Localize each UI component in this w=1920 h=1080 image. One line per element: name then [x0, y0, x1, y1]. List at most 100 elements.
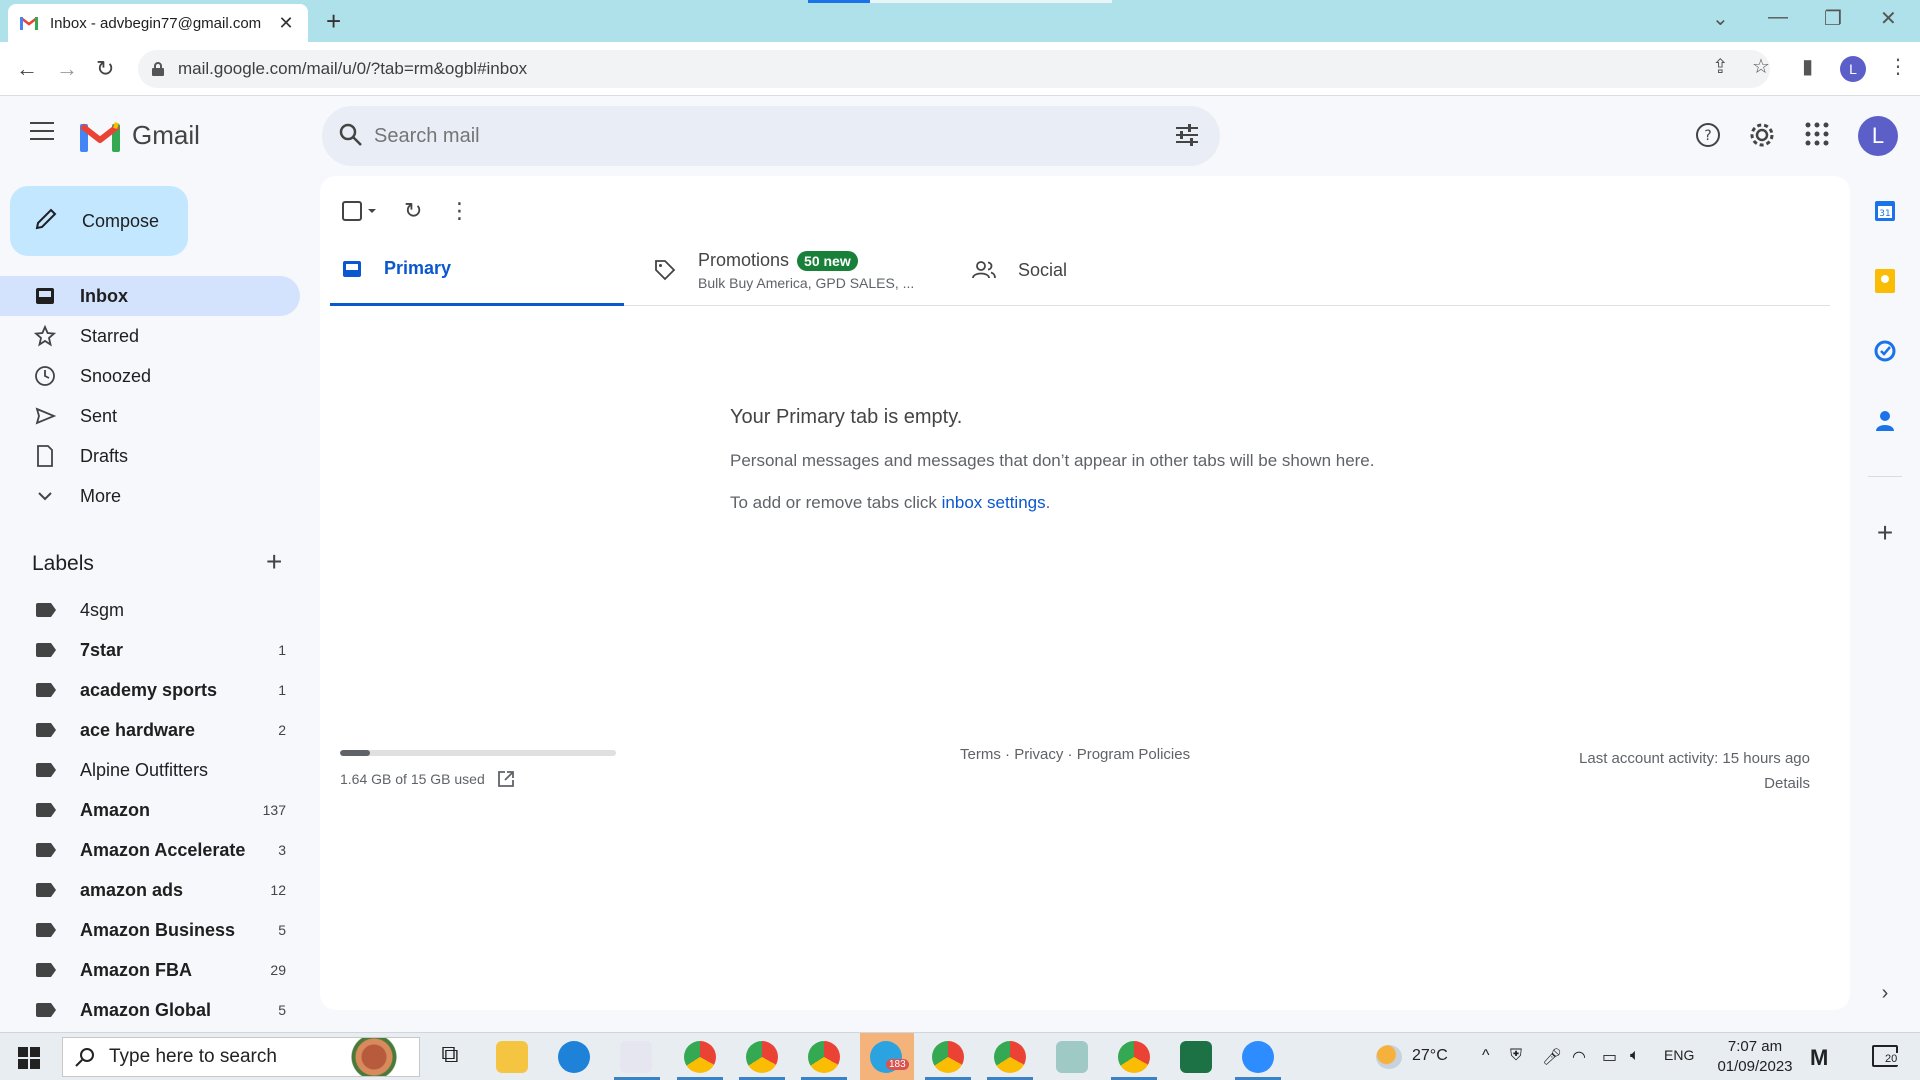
close-window-icon[interactable]: ✕	[1880, 6, 1897, 31]
tab-primary[interactable]: Primary	[330, 234, 624, 306]
excel-icon[interactable]	[1180, 1041, 1212, 1073]
terms-link[interactable]: Terms	[960, 746, 1001, 763]
contacts-icon[interactable]	[1872, 408, 1898, 434]
sidebar-item-sent[interactable]: Sent	[0, 396, 300, 436]
chrome-icon[interactable]	[746, 1041, 778, 1073]
show-hidden-icons-icon[interactable]: ^	[1482, 1047, 1490, 1065]
reload-icon[interactable]: ↻	[96, 56, 114, 82]
help-icon[interactable]: ?	[1694, 121, 1722, 154]
label-item[interactable]: Amazon Business 5	[0, 910, 300, 950]
notifications-icon[interactable]: 20	[1872, 1045, 1899, 1067]
label-item[interactable]: Amazon 137	[0, 790, 300, 830]
program-policies-link[interactable]: Program Policies	[1077, 746, 1190, 763]
gmail-logo-icon[interactable]	[80, 122, 120, 152]
label-item[interactable]: Amazon Global 5	[0, 990, 300, 1030]
label-item[interactable]: amazon ads 12	[0, 870, 300, 910]
more-options-icon[interactable]: ⋮	[448, 198, 470, 224]
widget-logo-icon[interactable]: M	[1810, 1045, 1828, 1071]
share-icon[interactable]: ⇪	[1712, 54, 1729, 79]
sidebar-item-drafts[interactable]: Drafts	[0, 436, 300, 476]
add-addon-icon[interactable]: +	[1872, 517, 1898, 548]
zoom-icon[interactable]	[1242, 1041, 1274, 1073]
privacy-link[interactable]: Privacy	[1014, 746, 1063, 763]
language-indicator[interactable]: ENG	[1664, 1047, 1694, 1063]
settings-gear-icon[interactable]	[1748, 121, 1776, 154]
label-item[interactable]: 7star 1	[0, 630, 300, 670]
details-link[interactable]: Details	[1579, 771, 1810, 796]
tab-search-icon[interactable]: ⌄	[1712, 6, 1729, 31]
weather-temp[interactable]: 27°C	[1412, 1047, 1448, 1065]
google-apps-icon[interactable]	[1804, 121, 1830, 152]
browser-tab-inbox[interactable]: Inbox - advbegin77@gmail.com ✕	[8, 4, 308, 42]
tab-promotions[interactable]: Promotions 50 new Bulk Buy America, GPD S…	[654, 234, 948, 306]
telegram-app[interactable]: 183	[860, 1033, 914, 1080]
security-icon[interactable]: ⛨	[1510, 1047, 1522, 1065]
add-label-icon[interactable]: +	[266, 546, 282, 578]
calendar-icon[interactable]: 31	[1872, 198, 1898, 224]
sidebar-item-starred[interactable]: Starred	[0, 316, 300, 356]
taskbar-search[interactable]: Type here to search	[62, 1037, 420, 1077]
label-item[interactable]: Alpine Outfitters	[0, 750, 300, 790]
svg-text:31: 31	[1879, 209, 1890, 219]
label-count: 12	[270, 882, 286, 898]
wifi-icon[interactable]: ◠	[1572, 1047, 1586, 1067]
search-options-icon[interactable]	[1174, 122, 1200, 153]
main-menu-icon[interactable]	[30, 122, 54, 140]
file-explorer-icon[interactable]	[496, 1041, 528, 1073]
label-tag-icon	[36, 843, 56, 857]
tasks-icon[interactable]	[1872, 338, 1898, 364]
keep-icon[interactable]	[1872, 268, 1898, 294]
taskbar-clock[interactable]: 7:07 am 01/09/2023	[1700, 1037, 1810, 1077]
chrome-icon[interactable]	[994, 1041, 1026, 1073]
label-count: 1	[278, 642, 286, 658]
task-view-icon[interactable]: ⧉	[434, 1041, 466, 1073]
close-tab-icon[interactable]: ✕	[276, 13, 296, 34]
label-item[interactable]: ace hardware 2	[0, 710, 300, 750]
label-tag-icon	[36, 963, 56, 977]
forward-icon[interactable]: →	[56, 56, 78, 82]
sidebar-item-snoozed[interactable]: Snoozed	[0, 356, 300, 396]
edge-browser-icon[interactable]	[558, 1041, 590, 1073]
label-item[interactable]: academy sports 1	[0, 670, 300, 710]
chevron-right-icon[interactable]: ›	[1872, 980, 1898, 1006]
refresh-icon[interactable]: ↻	[404, 198, 422, 224]
open-external-icon[interactable]	[497, 770, 515, 788]
tab-social[interactable]: Social	[972, 234, 1266, 306]
svg-text:?: ?	[1704, 128, 1711, 144]
new-tab-icon[interactable]: +	[326, 6, 341, 37]
back-icon[interactable]: ←	[16, 56, 38, 82]
browser-menu-icon[interactable]: ⋮	[1888, 54, 1908, 79]
label-item[interactable]: 4sgm	[0, 590, 300, 630]
gmail-logo-text[interactable]: Gmail	[132, 120, 200, 151]
windows-start-icon[interactable]	[18, 1047, 40, 1074]
chrome-icon[interactable]	[808, 1041, 840, 1073]
side-panel-icon[interactable]: ▮	[1802, 54, 1813, 79]
microphone-icon[interactable]: 🎤︎	[1542, 1047, 1562, 1067]
select-all-checkbox[interactable]	[342, 201, 378, 221]
chrome-icon[interactable]	[1118, 1041, 1150, 1073]
search-input[interactable]	[374, 120, 1134, 152]
volume-icon[interactable]: 🔈︎	[1630, 1047, 1640, 1065]
minimize-icon[interactable]: —	[1768, 6, 1788, 29]
restore-icon[interactable]: ❐	[1824, 6, 1842, 31]
label-item[interactable]: Amazon Accelerate 3	[0, 830, 300, 870]
label-item[interactable]: Amazon FBA 29	[0, 950, 300, 990]
bookmark-star-icon[interactable]: ☆	[1752, 54, 1770, 79]
battery-icon[interactable]: ▭	[1602, 1047, 1617, 1067]
notification-count: 20	[1884, 1053, 1899, 1065]
compose-button[interactable]: Compose	[10, 186, 188, 256]
address-bar[interactable]: mail.google.com/mail/u/0/?tab=rm&ogbl#in…	[138, 50, 1770, 88]
inbox-settings-link[interactable]: inbox settings	[942, 493, 1046, 512]
snipping-tool-icon[interactable]	[620, 1041, 652, 1073]
chrome-icon[interactable]	[684, 1041, 716, 1073]
sidebar-item-inbox[interactable]: Inbox	[0, 276, 300, 316]
chrome-icon[interactable]	[932, 1041, 964, 1073]
account-avatar[interactable]: L	[1858, 116, 1898, 156]
notepad-app-icon[interactable]	[1056, 1041, 1088, 1073]
search-icon[interactable]	[338, 122, 364, 153]
windows-taskbar: Type here to search ⧉ 183 27°C ^ ⛨ 🎤︎ ◠ …	[0, 1032, 1920, 1080]
sidebar-item-more[interactable]: More	[0, 476, 300, 516]
weather-icon[interactable]	[1376, 1045, 1402, 1069]
label-name: Amazon Business	[80, 919, 236, 940]
browser-profile-avatar[interactable]: L	[1840, 56, 1866, 82]
